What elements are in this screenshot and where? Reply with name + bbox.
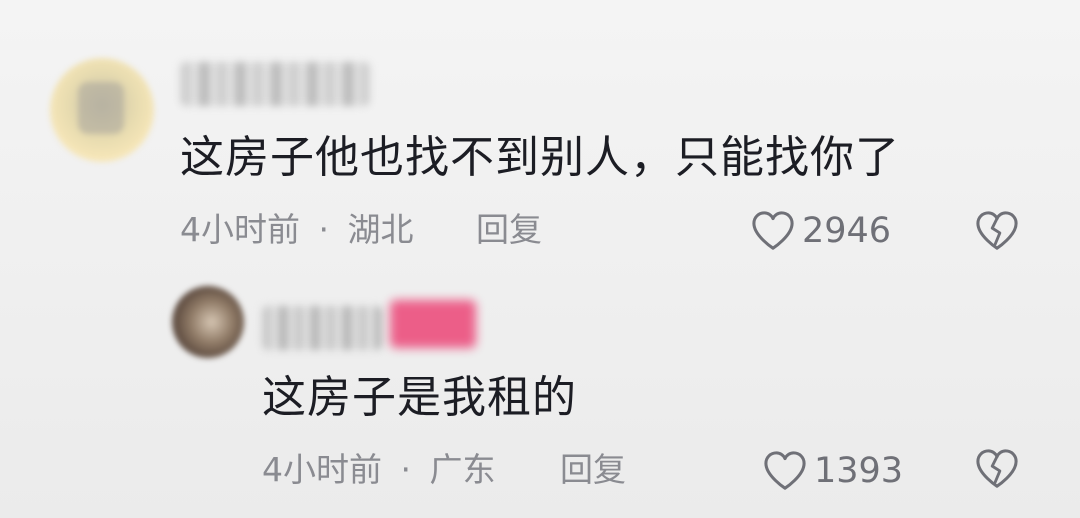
like-button[interactable]: 1393	[762, 450, 903, 492]
like-count: 2946	[802, 211, 892, 251]
comment-meta: 4小时前 · 广东	[262, 450, 496, 490]
meta-separator: ·	[318, 210, 330, 249]
like-count: 1393	[814, 451, 904, 491]
heart-outline-icon	[752, 211, 794, 250]
comment-location: 湖北	[347, 210, 414, 249]
comment-time: 4小时前	[262, 450, 382, 489]
comment-text: 这房子他也找不到别人，只能找你了	[180, 132, 900, 183]
avatar[interactable]	[50, 58, 154, 162]
like-button[interactable]: 2946	[750, 210, 891, 252]
username-blurred[interactable]	[180, 62, 370, 106]
meta-separator: ·	[400, 450, 412, 489]
comment-meta: 4小时前 · 湖北	[180, 210, 414, 250]
reply-button[interactable]: 回复	[560, 450, 626, 490]
avatar[interactable]	[172, 286, 244, 358]
comment-location: 广东	[429, 450, 496, 489]
comment-time: 4小时前	[180, 210, 300, 249]
comment-text: 这房子是我租的	[262, 372, 577, 423]
heart-outline-icon	[764, 451, 806, 490]
reply-button[interactable]: 回复	[476, 210, 542, 250]
badge-blurred	[390, 300, 476, 348]
username-blurred[interactable]	[262, 306, 382, 350]
broken-heart-icon[interactable]	[974, 210, 1020, 252]
broken-heart-icon[interactable]	[974, 448, 1020, 490]
